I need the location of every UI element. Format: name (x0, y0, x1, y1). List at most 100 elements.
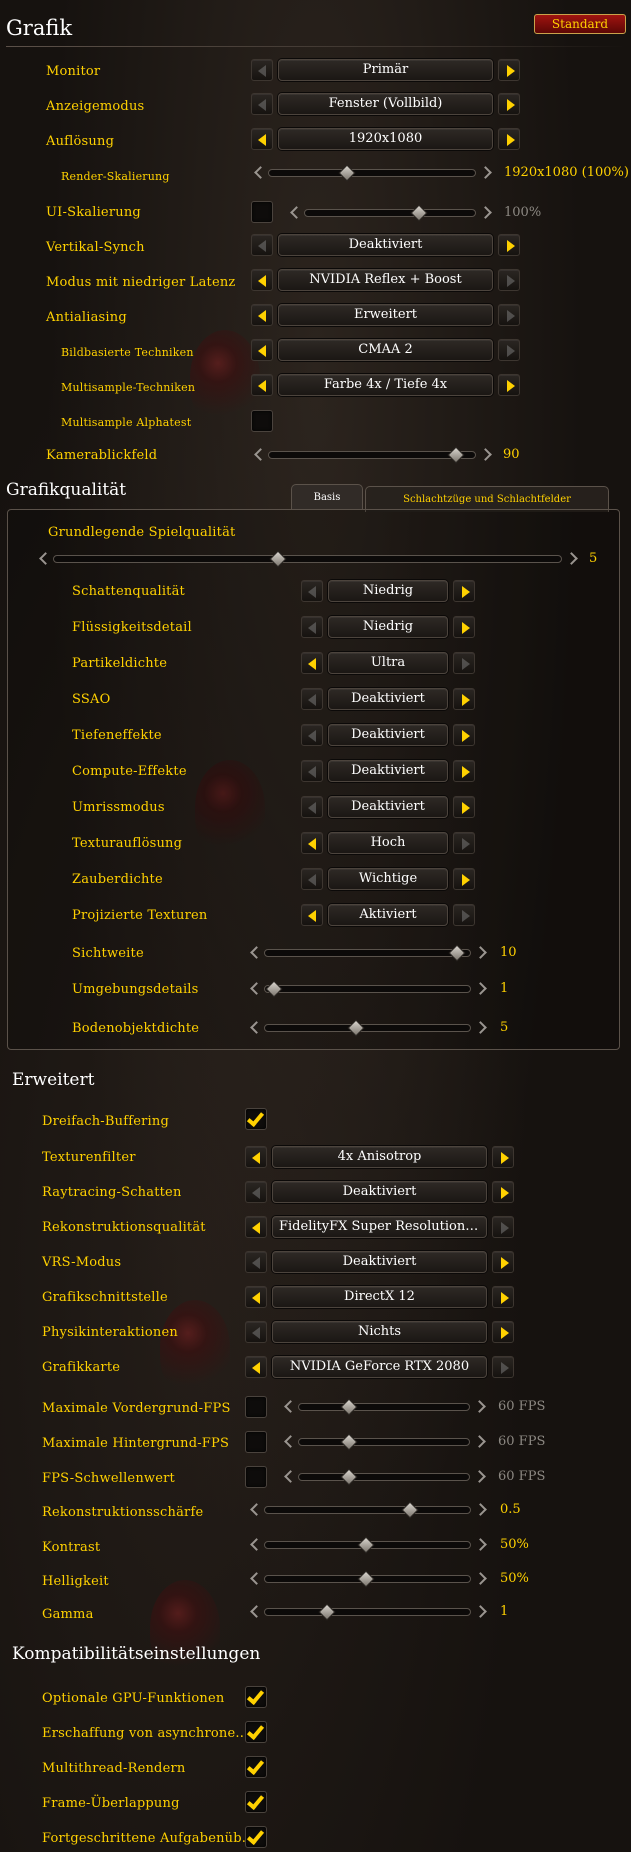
physik-next-button[interactable] (492, 1321, 514, 1343)
physik-prev-button[interactable] (245, 1321, 267, 1343)
hintergrund-slider-track[interactable] (298, 1438, 470, 1446)
aufloesung-next-button[interactable] (498, 128, 520, 150)
hintergrund-decrease-button[interactable] (282, 1434, 294, 1450)
hintergrund-increase-button[interactable] (474, 1434, 486, 1450)
kamerablickfeld-decrease-button[interactable] (252, 447, 264, 463)
multisample-alphatest-checkbox[interactable] (251, 410, 273, 432)
kamerablickfeld-slider-thumb[interactable] (447, 446, 465, 464)
quality-1-prev-button[interactable] (301, 580, 323, 602)
vrs-dropdown[interactable]: Deaktiviert (272, 1251, 487, 1273)
kompat-2-checkbox[interactable] (245, 1721, 267, 1743)
gamma-slider-thumb[interactable] (318, 1603, 336, 1621)
multisample-techniken-dropdown[interactable]: Farbe 4x / Tiefe 4x (278, 374, 493, 396)
quality-7-dropdown[interactable]: Deaktiviert (328, 796, 448, 818)
gamma-decrease-button[interactable] (248, 1604, 260, 1620)
vordergrund-decrease-button[interactable] (282, 1399, 294, 1415)
gamma-increase-button[interactable] (475, 1604, 487, 1620)
bodenobjektdichte-decrease-button[interactable] (248, 1020, 260, 1036)
multisample-techniken-next-button[interactable] (498, 374, 520, 396)
quality-4-dropdown[interactable]: Deaktiviert (328, 688, 448, 710)
schwelle-increase-button[interactable] (474, 1469, 486, 1485)
helligkeit-decrease-button[interactable] (248, 1571, 260, 1587)
quality-9-prev-button[interactable] (301, 868, 323, 890)
kamerablickfeld-slider-track[interactable] (268, 451, 476, 459)
aufloesung-dropdown[interactable]: 1920x1080 (278, 128, 493, 150)
rekonstruktion-next-button[interactable] (492, 1216, 514, 1238)
quality-10-dropdown[interactable]: Aktiviert (328, 904, 448, 926)
kontrast-increase-button[interactable] (475, 1537, 487, 1553)
render-skalierung-increase-button[interactable] (480, 165, 492, 181)
ui-skalierung-slider-track[interactable] (304, 209, 476, 217)
tab-basis[interactable]: Basis (291, 484, 363, 510)
kamerablickfeld-increase-button[interactable] (480, 447, 492, 463)
kompat-5-checkbox[interactable] (245, 1826, 267, 1848)
raytracing-prev-button[interactable] (245, 1181, 267, 1203)
quality-8-prev-button[interactable] (301, 832, 323, 854)
antialiasing-prev-button[interactable] (251, 304, 273, 326)
bodenobjektdichte-slider-track[interactable] (264, 1024, 471, 1032)
quality-5-dropdown[interactable]: Deaktiviert (328, 724, 448, 746)
ui-skalierung-decrease-button[interactable] (288, 205, 300, 221)
vertikal-synch-next-button[interactable] (498, 234, 520, 256)
grafikkarte-dropdown[interactable]: NVIDIA GeForce RTX 2080 (272, 1356, 487, 1378)
kompat-1-checkbox[interactable] (245, 1686, 267, 1708)
physik-dropdown[interactable]: Nichts (272, 1321, 487, 1343)
grundlegende-spielqualitaet-increase-button[interactable] (566, 551, 578, 567)
umgebungsdetails-slider-track[interactable] (264, 985, 471, 993)
quality-10-next-button[interactable] (453, 904, 475, 926)
quality-5-prev-button[interactable] (301, 724, 323, 746)
antialiasing-next-button[interactable] (498, 304, 520, 326)
quality-6-next-button[interactable] (453, 760, 475, 782)
vordergrund-increase-button[interactable] (474, 1399, 486, 1415)
monitor-dropdown[interactable]: Primär (278, 59, 493, 81)
helligkeit-increase-button[interactable] (475, 1571, 487, 1587)
sichtweite-slider-track[interactable] (264, 949, 471, 957)
vordergrund-checkbox[interactable] (245, 1396, 267, 1418)
quality-3-next-button[interactable] (453, 652, 475, 674)
texturenfilter-prev-button[interactable] (245, 1146, 267, 1168)
vrs-next-button[interactable] (492, 1251, 514, 1273)
schaerfe-increase-button[interactable] (475, 1502, 487, 1518)
sichtweite-increase-button[interactable] (475, 945, 487, 961)
schwelle-slider-thumb[interactable] (340, 1468, 358, 1486)
hintergrund-slider-thumb[interactable] (340, 1433, 358, 1451)
quality-7-next-button[interactable] (453, 796, 475, 818)
dreifach-buffering-checkbox[interactable] (245, 1108, 267, 1130)
quality-9-dropdown[interactable]: Wichtige (328, 868, 448, 890)
rekonstruktion-dropdown[interactable]: FidelityFX Super Resolution 1... (272, 1216, 487, 1238)
kompat-4-checkbox[interactable] (245, 1791, 267, 1813)
umgebungsdetails-decrease-button[interactable] (248, 981, 260, 997)
vordergrund-slider-track[interactable] (298, 1403, 470, 1411)
schaerfe-decrease-button[interactable] (248, 1502, 260, 1518)
quality-3-dropdown[interactable]: Ultra (328, 652, 448, 674)
quality-8-next-button[interactable] (453, 832, 475, 854)
texturenfilter-next-button[interactable] (492, 1146, 514, 1168)
vrs-prev-button[interactable] (245, 1251, 267, 1273)
schwelle-decrease-button[interactable] (282, 1469, 294, 1485)
quality-4-prev-button[interactable] (301, 688, 323, 710)
kontrast-decrease-button[interactable] (248, 1537, 260, 1553)
schaerfe-slider-track[interactable] (264, 1506, 471, 1514)
helligkeit-slider-thumb[interactable] (357, 1570, 375, 1588)
raytracing-dropdown[interactable]: Deaktiviert (272, 1181, 487, 1203)
vordergrund-slider-thumb[interactable] (340, 1398, 358, 1416)
schwelle-slider-track[interactable] (298, 1473, 470, 1481)
grundlegende-spielqualitaet-slider-track[interactable] (53, 555, 562, 563)
schnittstelle-dropdown[interactable]: DirectX 12 (272, 1286, 487, 1308)
quality-5-next-button[interactable] (453, 724, 475, 746)
anzeigemodus-next-button[interactable] (498, 93, 520, 115)
bodenobjektdichte-increase-button[interactable] (475, 1020, 487, 1036)
render-skalierung-decrease-button[interactable] (252, 165, 264, 181)
render-skalierung-slider-track[interactable] (268, 169, 476, 177)
vertikal-synch-dropdown[interactable]: Deaktiviert (278, 234, 493, 256)
gamma-slider-track[interactable] (264, 1608, 471, 1616)
latenz-prev-button[interactable] (251, 269, 273, 291)
sichtweite-decrease-button[interactable] (248, 945, 260, 961)
ui-skalierung-slider-thumb[interactable] (410, 204, 428, 222)
raytracing-next-button[interactable] (492, 1181, 514, 1203)
umgebungsdetails-increase-button[interactable] (475, 981, 487, 997)
anzeigemodus-prev-button[interactable] (251, 93, 273, 115)
antialiasing-dropdown[interactable]: Erweitert (278, 304, 493, 326)
multisample-techniken-prev-button[interactable] (251, 374, 273, 396)
quality-2-next-button[interactable] (453, 616, 475, 638)
